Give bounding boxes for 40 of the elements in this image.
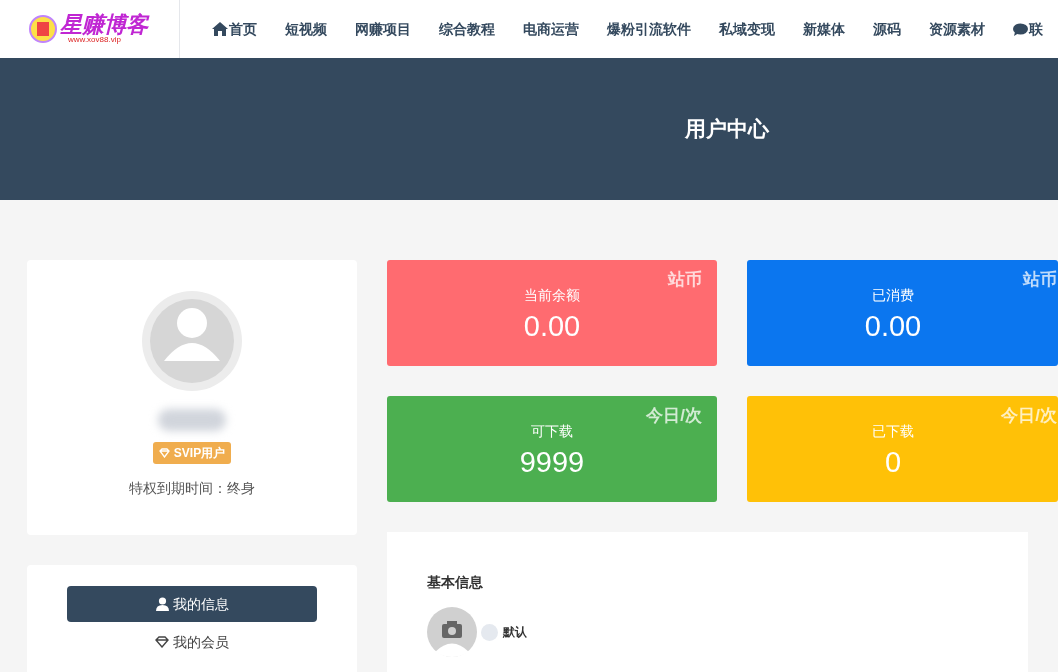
vip-badge: SVIP用户: [152, 442, 232, 464]
unit-label: 今日/次: [1001, 405, 1057, 427]
unit-label: 站币: [668, 269, 702, 291]
avatar-option-label: 默认: [503, 624, 527, 641]
logo-url: www.xov88.vip: [68, 36, 121, 44]
user-icon: [155, 597, 169, 611]
nav-link[interactable]: 私域变现: [719, 18, 775, 40]
nav-link[interactable]: 网赚项目: [355, 18, 411, 40]
nav-link[interactable]: 电商运营: [523, 18, 579, 40]
stat-label: 可下载: [531, 422, 573, 441]
avatar-icon: [142, 291, 242, 391]
gem-icon: [158, 448, 170, 458]
camera-avatar-icon: [427, 607, 477, 657]
unit-label: 今日/次: [646, 405, 702, 427]
nav-link[interactable]: 综合教程: [439, 18, 495, 40]
stat-value: 0.00: [864, 309, 922, 344]
stat-value: 9999: [519, 445, 585, 480]
logo-icon: [28, 14, 58, 44]
section-title: 基本信息: [427, 573, 484, 592]
nav-link[interactable]: 爆粉引流软件: [607, 18, 691, 40]
nav-link[interactable]: 首页: [212, 18, 257, 40]
page-title: 用户中心: [685, 116, 769, 143]
expiry-text: 特权到期时间：终身: [129, 479, 255, 498]
blurred-username: [158, 409, 226, 431]
unit-label: 站币: [1023, 269, 1057, 291]
nav-link[interactable]: 资源素材: [929, 18, 985, 40]
nav-link[interactable]: 源码: [873, 18, 901, 40]
stat-value: 0: [884, 445, 902, 480]
menu-item[interactable]: 我的信息: [67, 586, 317, 622]
stat-label: 当前余额: [524, 286, 580, 305]
gem-icon: [155, 636, 169, 648]
stat-label: 已下载: [872, 422, 914, 441]
stat-value: 0.00: [523, 309, 581, 344]
chat-icon: [1013, 22, 1028, 36]
nav-link[interactable]: 新媒体: [803, 18, 845, 40]
logo-text: 星赚博客: [60, 14, 148, 36]
nav-link[interactable]: 联: [1013, 18, 1043, 40]
nav-link[interactable]: 短视频: [285, 18, 327, 40]
home-icon: [212, 22, 228, 36]
stat-label: 已消费: [872, 286, 914, 305]
